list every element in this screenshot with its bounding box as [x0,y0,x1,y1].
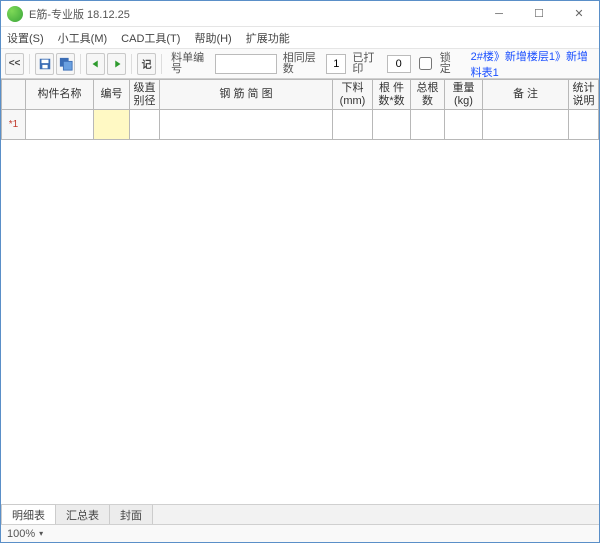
status-bar: 100% ▾ [1,524,599,542]
cell-remark[interactable] [483,110,569,140]
sheet-tabs: 明细表 汇总表 封面 [1,504,599,524]
cell-length[interactable] [333,110,373,140]
tab-detail[interactable]: 明细表 [1,504,56,524]
grid-area: 构件名称 编号 级直别径 钢 筋 简 图 下料(mm) 根 件数*数 总根 数 … [1,79,599,504]
row-index[interactable]: *1 [2,110,26,140]
cell-grade[interactable] [130,110,160,140]
col-grade[interactable]: 级直别径 [130,80,160,110]
printed-count: 0 [387,55,411,73]
app-window: E筋-专业版 18.12.25 ─ ☐ ✕ 设置(S) 小工具(M) CAD工具… [0,0,600,543]
table-row[interactable]: *1 [2,110,599,140]
lock-label: 锁定 [440,53,459,75]
col-length[interactable]: 下料(mm) [333,80,373,110]
separator [161,54,162,74]
window-title: E筋-专业版 18.12.25 [29,6,479,22]
undo-button[interactable] [86,53,105,75]
cell-stat[interactable] [569,110,599,140]
col-rownum[interactable] [2,80,26,110]
menu-ext[interactable]: 扩展功能 [246,30,290,46]
col-component[interactable]: 构件名称 [26,80,94,110]
col-total[interactable]: 总根 数 [411,80,445,110]
col-number[interactable]: 编号 [94,80,130,110]
breadcrumb[interactable]: 2#楼》新增楼层1》新增料表1 [471,48,595,80]
separator [131,54,132,74]
menu-help[interactable]: 帮助(H) [194,30,231,46]
menu-settings[interactable]: 设置(S) [7,30,44,46]
redo-button[interactable] [107,53,126,75]
billno-input[interactable] [215,54,277,74]
save-button[interactable] [35,53,54,75]
cell-weight[interactable] [445,110,483,140]
col-sketch[interactable]: 钢 筋 简 图 [160,80,333,110]
menu-cad[interactable]: CAD工具(T) [121,30,180,46]
printed-label: 已打印 [352,53,380,75]
billno-label: 料单编号 [171,53,209,75]
app-icon [7,6,23,22]
close-button[interactable]: ✕ [559,1,599,27]
col-qty[interactable]: 根 件数*数 [373,80,411,110]
separator [29,54,30,74]
loop-label: 相同层数 [283,53,321,75]
zoom-level[interactable]: 100% [7,528,35,540]
separator [80,54,81,74]
col-weight[interactable]: 重量(kg) [445,80,483,110]
cell-sketch[interactable] [160,110,333,140]
minimize-button[interactable]: ─ [479,1,519,27]
cell-total[interactable] [411,110,445,140]
data-grid[interactable]: 构件名称 编号 级直别径 钢 筋 简 图 下料(mm) 根 件数*数 总根 数 … [1,79,599,140]
loop-input[interactable] [326,54,346,74]
collapse-button[interactable]: << [5,53,24,75]
title-bar: E筋-专业版 18.12.25 ─ ☐ ✕ [1,1,599,27]
log-button[interactable]: 记 [137,53,156,75]
menu-tools[interactable]: 小工具(M) [58,30,108,46]
zoom-dropdown-icon[interactable]: ▾ [39,529,43,538]
tab-summary[interactable]: 汇总表 [56,505,110,525]
lock-checkbox[interactable] [419,57,432,70]
col-stat[interactable]: 统计说明 [569,80,599,110]
col-remark[interactable]: 备 注 [483,80,569,110]
save-multi-button[interactable] [56,53,75,75]
toolbar: << 记 料单编号 相同层数 已打印 0 锁定 2#楼》新增楼层1》新增料表1 [1,49,599,79]
maximize-button[interactable]: ☐ [519,1,559,27]
cell-number[interactable] [94,110,130,140]
cell-qty[interactable] [373,110,411,140]
tab-cover[interactable]: 封面 [110,505,153,525]
cell-component[interactable] [26,110,94,140]
header-row: 构件名称 编号 级直别径 钢 筋 简 图 下料(mm) 根 件数*数 总根 数 … [2,80,599,110]
menu-bar: 设置(S) 小工具(M) CAD工具(T) 帮助(H) 扩展功能 [1,27,599,49]
